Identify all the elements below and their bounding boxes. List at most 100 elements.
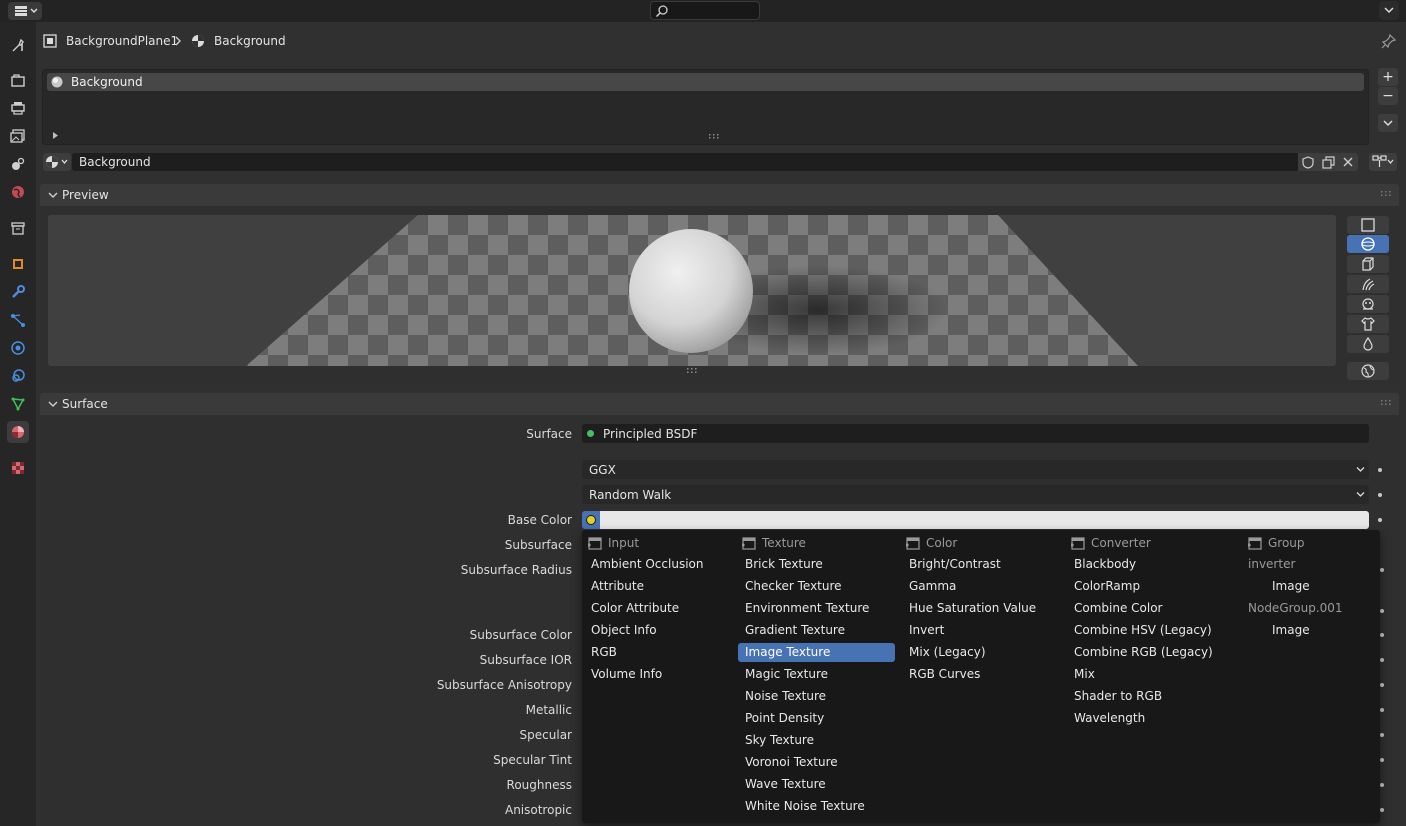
menu-item-noise-texture[interactable]: Noise Texture: [738, 687, 895, 706]
breadcrumb-object[interactable]: BackgroundPlane1: [66, 34, 178, 48]
preview-panel-header[interactable]: Preview: [40, 184, 1399, 206]
menu-item-rgb-curves[interactable]: RGB Curves: [902, 665, 1060, 684]
duplicate-material-button[interactable]: [1318, 153, 1338, 171]
tab-view-layer[interactable]: [7, 125, 29, 147]
menu-item-combine-rgb-legacy[interactable]: Combine RGB (Legacy): [1067, 643, 1237, 662]
menu-item-attribute[interactable]: Attribute: [584, 577, 734, 596]
expand-triangle-icon[interactable]: [52, 132, 59, 139]
editor-type-button[interactable]: [8, 2, 42, 20]
menu-item-shader-to-rgb[interactable]: Shader to RGB: [1067, 687, 1237, 706]
tab-texture[interactable]: [7, 457, 29, 479]
breadcrumb-material[interactable]: Background: [214, 34, 286, 48]
keyframe-dot[interactable]: [1380, 708, 1384, 712]
tab-data[interactable]: [7, 393, 29, 415]
keyframe-dot[interactable]: [1378, 468, 1382, 472]
menu-item-wavelength[interactable]: Wavelength: [1067, 709, 1237, 728]
menu-item-gamma[interactable]: Gamma: [902, 577, 1060, 596]
base-color-swatch[interactable]: [600, 511, 1369, 529]
menu-item-group-image-2[interactable]: Image: [1241, 621, 1371, 640]
resize-grip-icon[interactable]: [708, 133, 722, 139]
tab-object[interactable]: [7, 253, 29, 275]
fake-user-button[interactable]: [1298, 153, 1318, 171]
keyframe-dot[interactable]: [1378, 518, 1382, 522]
menu-item-volume-info[interactable]: Volume Info: [584, 665, 734, 684]
surface-shader-field[interactable]: Principled BSDF: [582, 424, 1369, 443]
unlink-material-button[interactable]: [1338, 153, 1358, 171]
tab-modifiers[interactable]: [7, 281, 29, 303]
menu-item-colorramp[interactable]: ColorRamp: [1067, 577, 1237, 596]
menu-item-rgb[interactable]: RGB: [584, 643, 734, 662]
keyframe-dot[interactable]: [1380, 783, 1384, 787]
material-name-field[interactable]: Background: [72, 153, 1298, 171]
preview-flat-button[interactable]: [1347, 216, 1389, 234]
preview-cloth-button[interactable]: [1347, 315, 1389, 333]
menu-item-invert[interactable]: Invert: [902, 621, 1060, 640]
tab-output[interactable]: [7, 97, 29, 119]
menu-item-bright-contrast[interactable]: Bright/Contrast: [902, 555, 1060, 574]
keyframe-dot[interactable]: [1380, 683, 1384, 687]
tab-collection[interactable]: [7, 217, 29, 239]
tab-constraints[interactable]: [7, 365, 29, 387]
preview-sphere-button[interactable]: [1347, 235, 1389, 253]
tab-particles[interactable]: [7, 309, 29, 331]
keyframe-dot[interactable]: [1380, 733, 1384, 737]
menu-item-wave-texture[interactable]: Wave Texture: [738, 775, 895, 794]
distribution-dropdown[interactable]: GGX: [582, 460, 1369, 479]
tab-physics[interactable]: [7, 337, 29, 359]
menu-item-magic-texture[interactable]: Magic Texture: [738, 665, 895, 684]
resize-grip-icon[interactable]: [686, 368, 700, 374]
keyframe-dot[interactable]: [1380, 568, 1384, 572]
menu-item-blackbody[interactable]: Blackbody: [1067, 555, 1237, 574]
drag-handle-icon[interactable]: [1380, 191, 1394, 197]
tab-world[interactable]: [7, 181, 29, 203]
tab-render[interactable]: [7, 69, 29, 91]
menu-item-white-noise-texture[interactable]: White Noise Texture: [738, 797, 895, 816]
keyframe-dot[interactable]: [1378, 493, 1382, 497]
add-slot-button[interactable]: +: [1378, 68, 1398, 86]
material-slot-item[interactable]: Background: [47, 73, 1364, 91]
keyframe-dot[interactable]: [1380, 758, 1384, 762]
menu-item-voronoi-texture[interactable]: Voronoi Texture: [738, 753, 895, 772]
menu-item-point-density[interactable]: Point Density: [738, 709, 895, 728]
material-browse-button[interactable]: [43, 153, 71, 171]
keyframe-dot[interactable]: [1380, 633, 1384, 637]
keyframe-dot[interactable]: [1380, 609, 1384, 613]
slot-specials-button[interactable]: [1378, 114, 1398, 132]
tab-material[interactable]: [7, 421, 29, 443]
preview-world-button[interactable]: [1347, 362, 1389, 380]
preview-cube-button[interactable]: [1347, 255, 1389, 273]
drag-handle-icon[interactable]: [1380, 400, 1394, 406]
menu-item-color-attribute[interactable]: Color Attribute: [584, 599, 734, 618]
menu-item-brick-texture[interactable]: Brick Texture: [738, 555, 895, 574]
menu-item-mix-legacy[interactable]: Mix (Legacy): [902, 643, 1060, 662]
node-link-button[interactable]: [1369, 153, 1397, 171]
material-slot-label: Background: [71, 75, 143, 89]
tab-tool[interactable]: [7, 34, 29, 56]
header-options-button[interactable]: [1379, 1, 1399, 20]
preview-monkey-button[interactable]: [1347, 295, 1389, 313]
preview-hair-button[interactable]: [1347, 275, 1389, 293]
remove-slot-button[interactable]: −: [1378, 87, 1398, 105]
preview-fluid-button[interactable]: [1347, 335, 1389, 353]
keyframe-dot[interactable]: [1380, 808, 1384, 812]
menu-item-combine-color[interactable]: Combine Color: [1067, 599, 1237, 618]
physics-orbit-icon: [11, 341, 25, 355]
menu-item-group-image[interactable]: Image: [1241, 577, 1371, 596]
subsurface-method-dropdown[interactable]: Random Walk: [582, 485, 1369, 504]
menu-item-checker-texture[interactable]: Checker Texture: [738, 577, 895, 596]
surface-panel-header[interactable]: Surface: [40, 393, 1399, 415]
menu-item-image-texture[interactable]: Image Texture: [738, 643, 895, 662]
menu-item-environment-texture[interactable]: Environment Texture: [738, 599, 895, 618]
menu-item-sky-texture[interactable]: Sky Texture: [738, 731, 895, 750]
base-color-link-button[interactable]: [582, 511, 600, 529]
menu-item-combine-hsv-legacy[interactable]: Combine HSV (Legacy): [1067, 621, 1237, 640]
menu-item-hue-saturation-value[interactable]: Hue Saturation Value: [902, 599, 1060, 618]
menu-item-ambient-occlusion[interactable]: Ambient Occlusion: [584, 555, 734, 574]
menu-item-object-info[interactable]: Object Info: [584, 621, 734, 640]
tab-scene[interactable]: [7, 153, 29, 175]
keyframe-dot[interactable]: [1380, 658, 1384, 662]
pin-icon[interactable]: [1381, 33, 1397, 49]
menu-item-gradient-texture[interactable]: Gradient Texture: [738, 621, 895, 640]
menu-item-mix[interactable]: Mix: [1067, 665, 1237, 684]
search-input[interactable]: [650, 1, 760, 20]
